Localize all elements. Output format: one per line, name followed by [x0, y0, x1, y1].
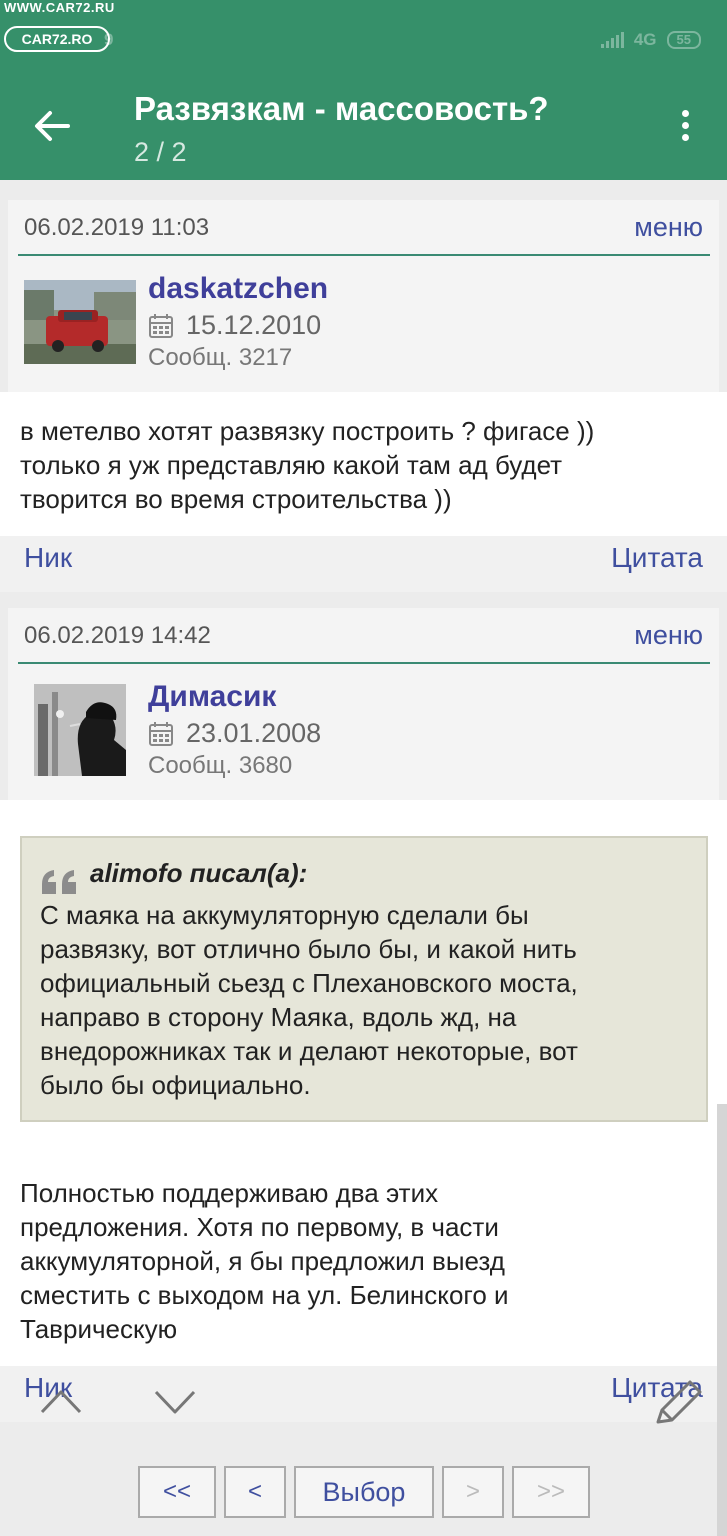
post-text: Полностью поддерживаю два этих предложен…: [20, 1176, 700, 1346]
app-bar: WWW.CAR72.RU CAR72.RO 9 4G 55 Развязкам …: [0, 0, 727, 180]
author-message-count: Сообщ. 3217: [148, 344, 293, 371]
status-icons: 4G 55: [600, 30, 701, 50]
post-text-line: творится во время строительства )): [20, 484, 452, 514]
calendar-icon: [149, 721, 173, 746]
scroll-up-icon[interactable]: [38, 1384, 84, 1416]
quote-icon: [42, 870, 76, 894]
post-text-line: Полностью поддерживаю два этих: [20, 1178, 439, 1208]
page-title: Развязкам - массовость?: [134, 90, 549, 127]
post-header: 06.02.2019 14:42 меню: [8, 608, 719, 664]
quote-link[interactable]: Цитата: [611, 542, 703, 574]
status-bar: WWW.CAR72.RU CAR72.RO 9 4G 55: [0, 0, 727, 60]
signal-icon: [600, 32, 624, 48]
author-name[interactable]: Димасик: [148, 680, 276, 714]
more-vertical-icon[interactable]: [678, 110, 692, 144]
next-page-button: >: [442, 1466, 504, 1518]
post-text-line: только я уж представляю какой там ад буд…: [20, 450, 563, 480]
post-footer: Ник Цитата: [0, 1366, 727, 1422]
post-card: 06.02.2019 14:42 меню Димасик 23.01.2008…: [8, 608, 719, 800]
select-page-button[interactable]: Выбор: [294, 1466, 434, 1518]
prev-page-button[interactable]: <: [224, 1466, 286, 1518]
network-type: 4G: [633, 30, 657, 49]
nick-link[interactable]: Ник: [24, 542, 72, 574]
calendar-icon: [149, 313, 173, 338]
last-page-button: >>: [512, 1466, 590, 1518]
post-body: в метелво хотят развязку построить ? фиг…: [0, 392, 727, 538]
watermark-url: WWW.CAR72.RU: [4, 0, 115, 15]
post-footer: Ник Цитата: [0, 536, 727, 592]
registration-date: 15.12.2010: [186, 310, 322, 340]
quote-text-line: официальный сьезд с Плехановского моста,: [40, 968, 578, 998]
quote-block: alimofo писал(а): С маяка на аккумулятор…: [20, 836, 708, 1122]
avatar[interactable]: [34, 684, 126, 776]
quote-text-line: С маяка на аккумуляторную сделали бы: [40, 900, 529, 930]
scrollbar[interactable]: [717, 1104, 727, 1536]
author-registered: 23.01.2008: [148, 718, 321, 749]
author-name[interactable]: daskatzchen: [148, 272, 328, 306]
divider: [18, 662, 710, 664]
quote-text-line: направо в сторону Маяка, вдоль жд, на: [40, 1002, 517, 1032]
arrow-left-icon[interactable]: [30, 104, 74, 148]
watermark-logo: CAR72.RO: [4, 26, 110, 52]
pencil-icon[interactable]: [650, 1376, 706, 1428]
quote-text-line: развязку, вот отлично было бы, и какой н…: [40, 934, 577, 964]
quote-text-line: было бы официально.: [40, 1070, 311, 1100]
quote-author: alimofo писал(а):: [90, 858, 308, 888]
first-page-button[interactable]: <<: [138, 1466, 216, 1518]
post-date: 06.02.2019 11:03: [24, 214, 210, 241]
registration-date: 23.01.2008: [186, 718, 322, 748]
post-card: 06.02.2019 11:03 меню daskatzchen 15.12.…: [8, 200, 719, 392]
post-text-line: предложения. Хотя по первому, в части: [20, 1212, 499, 1242]
scroll-down-icon[interactable]: [152, 1386, 198, 1418]
battery-icon: 55: [666, 31, 701, 49]
post-text-line: Таврическую: [20, 1314, 178, 1344]
post-menu-link[interactable]: меню: [634, 212, 703, 243]
avatar[interactable]: [24, 280, 136, 364]
divider: [18, 254, 710, 256]
post-text-line: аккумуляторной, я бы предложил выезд: [20, 1246, 505, 1276]
post-text: в метелво хотят развязку построить ? фиг…: [20, 414, 700, 516]
author-registered: 15.12.2010: [148, 310, 321, 341]
author-message-count: Сообщ. 3680: [148, 752, 293, 779]
page-indicator: 2 / 2: [134, 137, 187, 167]
post-date: 06.02.2019 14:42: [24, 622, 211, 649]
status-clock: 9: [104, 30, 114, 49]
post-menu-link[interactable]: меню: [634, 620, 703, 651]
quote-text: С маяка на аккумуляторную сделали бы раз…: [40, 898, 690, 1102]
quote-text-line: внедорожниках так и делают некоторые, во…: [40, 1036, 578, 1066]
post-text-line: сместить с выходом на ул. Белинского и: [20, 1280, 509, 1310]
post-text-line: в метелво хотят развязку построить ? фиг…: [20, 416, 595, 446]
post-header: 06.02.2019 11:03 меню: [8, 200, 719, 256]
